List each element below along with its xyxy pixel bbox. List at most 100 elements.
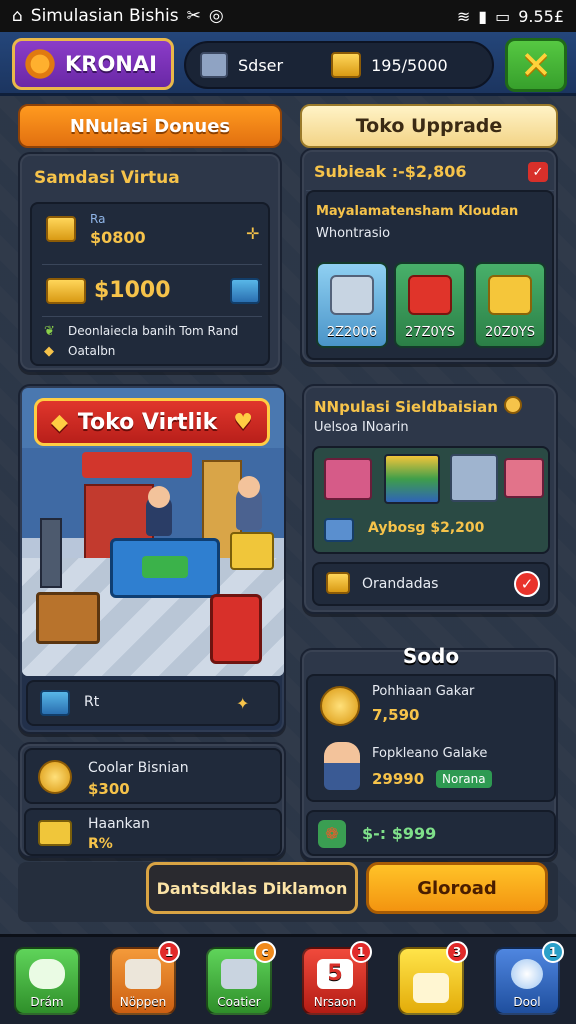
upgrade-card-1-label: 2Z2006 [326, 325, 378, 340]
product-2-icon[interactable] [384, 454, 440, 504]
row1-label: Ra [90, 212, 106, 226]
heart-icon: ♥ [233, 409, 253, 435]
earnings-box: Ra $0800 ✛ $1000 ❦ Deonlaiecla banih Tom… [30, 202, 270, 366]
sim-price: Aybosg $2,200 [368, 520, 485, 536]
cashier-icon [200, 52, 228, 78]
upgrade-desc-line2: Whontrasio [316, 226, 391, 241]
business-panel: Coolar Bisnian $300 Haankan R% [18, 742, 286, 858]
box-icon [40, 690, 70, 716]
product-4-icon[interactable] [504, 458, 544, 498]
tools-icon: ✂ [186, 6, 201, 26]
stock-item-1-title: Pohhiaan Gakar [372, 684, 475, 699]
coin-icon [38, 760, 72, 794]
upgrade-card-3-label: 20Z0YS [485, 325, 535, 340]
sim-subtitle: Uelsoa INoarin [314, 420, 409, 435]
tab-store-upgrade[interactable]: Toko Upprade [300, 104, 558, 148]
box-icon [326, 572, 350, 594]
produce-basket [36, 592, 100, 644]
upgrade-panel: Subieak :-$2,806 ✓ Mayalamatensham Kloud… [300, 148, 558, 364]
coin-stack-icon [46, 216, 76, 242]
machine-icon [330, 275, 374, 315]
bottom-nav: Drám 1 Nöppen c Coatier 1 5 Nrsaon 3 1 D… [0, 934, 576, 1024]
ticket-icon [38, 820, 72, 846]
row2-value: $1000 [94, 278, 171, 303]
gift-box-icon [408, 275, 452, 315]
register-icon [324, 518, 354, 542]
stats-pill: Sdser 195/5000 [184, 41, 494, 89]
store-title-banner[interactable]: ◆ Toko Virtlik ♥ [34, 398, 270, 446]
home-icon: ⌂ [12, 6, 23, 26]
leaf-badge-icon: ❁ [318, 820, 346, 848]
business-item-2-value: R% [88, 836, 113, 852]
stock-title: Sodo [402, 644, 460, 668]
close-button[interactable]: ✕ [505, 38, 567, 92]
atm-machine [210, 594, 262, 664]
upgrade-check[interactable]: ✓ [528, 162, 548, 182]
bulb-icon [511, 959, 543, 989]
upgrade-card-3[interactable]: 20Z0YS [474, 262, 546, 348]
nav-item-boost[interactable]: 1 Dool [494, 941, 564, 1015]
sim-option-label: Orandadas [362, 576, 439, 592]
sim-option[interactable]: Orandadas ✓ [312, 562, 550, 606]
product-1-icon[interactable] [324, 458, 372, 500]
gear-icon [20, 44, 60, 84]
stock-panel: Sodo Pohhiaan Gakar 7,590 Fopkleano Gala… [300, 644, 558, 860]
nav-item-shop[interactable]: 1 Nöppen [110, 941, 180, 1015]
upgrade-card-1[interactable]: 2Z2006 [316, 262, 388, 348]
brand-name: KRONAI [65, 52, 157, 76]
sim-title: NNpulasi Sieldbaisian [314, 398, 498, 416]
status-time: 9.55£ [518, 6, 564, 26]
nav-label-1: Drám [30, 995, 64, 1009]
stock-item-2-tag[interactable]: Norana [436, 770, 492, 788]
tab-store-upgrade-label: Toko Upprade [355, 115, 503, 137]
panel-title: Samdasi Virtua [34, 168, 180, 188]
nav-label-4: Nrsaon [313, 995, 357, 1009]
coin-icon [504, 396, 522, 414]
product-3-icon[interactable] [450, 454, 498, 502]
crate-icon [331, 52, 362, 78]
wallet-icon[interactable] [230, 278, 260, 304]
status-right: ≋ ▮ ▭ 9.55£ [457, 7, 564, 26]
stock-item-1-value: 7,590 [372, 706, 420, 724]
upgrade-card-2[interactable]: 27Z0YS [394, 262, 466, 348]
business-item-1[interactable]: Coolar Bisnian $300 [24, 748, 282, 804]
brand-badge[interactable]: KRONAI [12, 38, 174, 90]
row1-value: $0800 [90, 228, 146, 247]
register-icon [221, 959, 257, 989]
tab-bonuses[interactable]: NNulasi Donues [18, 104, 282, 148]
primary-action-button[interactable]: Gloroad [366, 862, 548, 914]
star-icon[interactable]: ✦ [236, 694, 249, 713]
arrow-icon[interactable]: ✛ [246, 224, 259, 243]
nav-item-home[interactable]: Drám [14, 947, 80, 1015]
stock-list: Pohhiaan Gakar 7,590 Fopkleano Galake 29… [306, 674, 556, 802]
upgrade-header: Subieak :-$2,806 [314, 162, 467, 181]
nav-item-counter[interactable]: c Coatier [206, 941, 276, 1015]
nav-item-rewards[interactable]: 3 [398, 941, 468, 1015]
nav-badge-4: 1 [350, 941, 372, 963]
secondary-action-button[interactable]: Dantsdklas Diklamon [146, 862, 358, 914]
nav-badge-5: 3 [446, 941, 468, 963]
store-footer: Rt ✦ [26, 680, 280, 726]
business-item-2-title: Haankan [88, 816, 150, 832]
ticket-icon [413, 973, 449, 1003]
stock-footer: ❁ $-: $999 [306, 810, 556, 856]
status-app-label: Simulasian Bishis [30, 6, 179, 26]
notification-icon: ◎ [208, 6, 224, 26]
business-item-2[interactable]: Haankan R% [24, 808, 282, 856]
status-app: ⌂ Simulasian Bishis ✂ ◎ [12, 6, 224, 26]
leaf-icon [29, 959, 65, 989]
nav-label-3: Coatier [217, 995, 261, 1009]
primary-action-label: Gloroad [417, 877, 497, 899]
note-line1: Deonlaiecla banih Tom Rand [68, 324, 239, 338]
upgrade-box: Mayalamatensham Kloudan Whontrasio 2Z200… [306, 190, 554, 360]
shopping-bag-icon [488, 275, 532, 315]
stat-two: 195/5000 [371, 55, 448, 75]
nav-badge-3: c [254, 941, 276, 963]
confirm-check-icon[interactable]: ✓ [514, 571, 540, 597]
secondary-action-label: Dantsdklas Diklamon [156, 878, 348, 898]
nav-item-stats[interactable]: 1 5 Nrsaon [302, 941, 372, 1015]
tab-bonuses-label: NNulasi Donues [69, 115, 231, 137]
store-illustration: ◆ Toko Virtlik ♥ [22, 388, 284, 676]
coin-stack-icon [320, 686, 360, 726]
note-line2: Oatalbn [68, 344, 116, 358]
